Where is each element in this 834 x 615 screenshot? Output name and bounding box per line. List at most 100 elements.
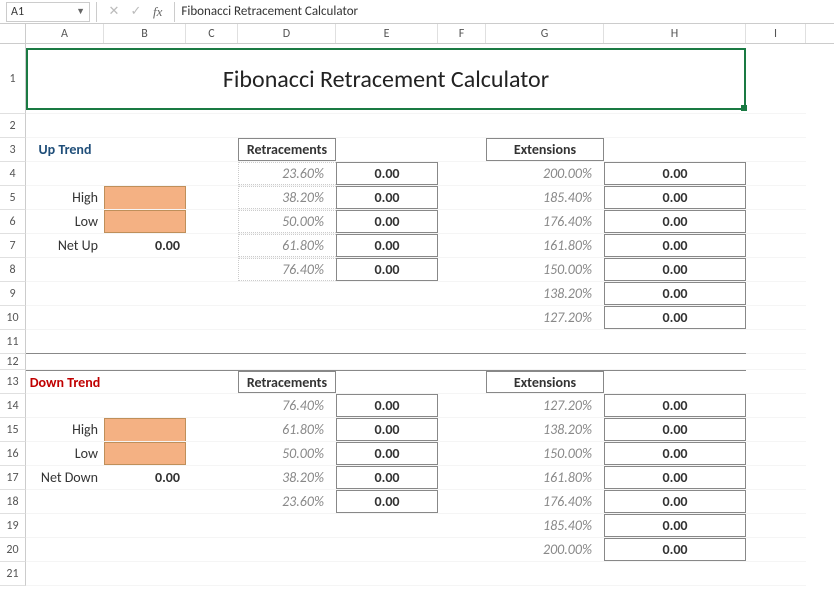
retr-val[interactable]: 0.00 (336, 234, 438, 257)
net-up-value[interactable]: 0.00 (104, 237, 186, 254)
row-header[interactable]: 3 (0, 138, 26, 162)
fx-icon[interactable]: fx (153, 4, 162, 20)
retr-pct[interactable]: 38.20% (238, 466, 336, 489)
retr-pct[interactable]: 76.40% (238, 394, 336, 417)
low-label: Low (26, 445, 104, 462)
row-header[interactable]: 15 (0, 418, 26, 442)
row-header[interactable]: 5 (0, 186, 26, 210)
retr-pct[interactable]: 23.60% (238, 490, 336, 513)
row-header[interactable]: 14 (0, 394, 26, 418)
col-header[interactable]: D (238, 24, 336, 43)
retr-pct[interactable]: 38.20% (238, 186, 336, 209)
retr-val[interactable]: 0.00 (336, 442, 438, 465)
high-label: High (26, 421, 104, 438)
row-header[interactable]: 19 (0, 514, 26, 538)
row-header[interactable]: 17 (0, 466, 26, 490)
ext-val[interactable]: 0.00 (604, 394, 746, 417)
col-header[interactable]: F (438, 24, 486, 43)
col-header[interactable]: H (604, 24, 746, 43)
retr-val[interactable]: 0.00 (336, 466, 438, 489)
name-box-value: A1 (11, 5, 24, 19)
spreadsheet-grid[interactable]: 1 Fibonacci Retracement Calculator 2 3 U… (0, 44, 834, 586)
ext-val[interactable]: 0.00 (604, 442, 746, 465)
retr-pct[interactable]: 23.60% (238, 162, 336, 185)
retr-pct[interactable]: 61.80% (238, 418, 336, 441)
retr-val[interactable]: 0.00 (336, 258, 438, 281)
ext-pct[interactable]: 200.00% (486, 538, 604, 561)
up-high-input[interactable] (104, 186, 186, 209)
col-header[interactable]: G (486, 24, 604, 43)
ext-pct[interactable]: 127.20% (486, 394, 604, 417)
low-label: Low (26, 213, 104, 230)
ext-pct[interactable]: 127.20% (486, 306, 604, 329)
col-header[interactable]: B (104, 24, 186, 43)
ext-pct[interactable]: 161.80% (486, 466, 604, 489)
ext-pct[interactable]: 138.20% (486, 418, 604, 441)
retr-val[interactable]: 0.00 (336, 490, 438, 513)
ext-pct[interactable]: 200.00% (486, 162, 604, 185)
down-high-input[interactable] (104, 418, 186, 441)
retr-pct[interactable]: 50.00% (238, 210, 336, 233)
retr-val[interactable]: 0.00 (336, 186, 438, 209)
up-trend-label: Up Trend (26, 141, 104, 158)
row-header[interactable]: 6 (0, 210, 26, 234)
net-down-value[interactable]: 0.00 (104, 469, 186, 486)
ext-pct[interactable]: 185.40% (486, 514, 604, 537)
ext-val[interactable]: 0.00 (604, 418, 746, 441)
retracements-header: Retracements (238, 138, 336, 161)
retr-pct[interactable]: 50.00% (238, 442, 336, 465)
row-header[interactable]: 16 (0, 442, 26, 466)
row-header[interactable]: 11 (0, 330, 26, 354)
col-header[interactable]: C (186, 24, 238, 43)
ext-val[interactable]: 0.00 (604, 162, 746, 185)
retr-val[interactable]: 0.00 (336, 162, 438, 185)
row-header[interactable]: 20 (0, 538, 26, 562)
title-cell[interactable]: Fibonacci Retracement Calculator (26, 44, 104, 114)
ext-val[interactable]: 0.00 (604, 514, 746, 537)
retr-val[interactable]: 0.00 (336, 210, 438, 233)
ext-pct[interactable]: 176.40% (486, 210, 604, 233)
up-low-input[interactable] (104, 210, 186, 233)
ext-val[interactable]: 0.00 (604, 490, 746, 513)
ext-pct[interactable]: 150.00% (486, 442, 604, 465)
ext-pct[interactable]: 185.40% (486, 186, 604, 209)
col-header[interactable]: E (336, 24, 438, 43)
row-header[interactable]: 4 (0, 162, 26, 186)
row-header[interactable]: 18 (0, 490, 26, 514)
chevron-down-icon[interactable]: ▼ (76, 6, 85, 17)
cancel-icon: ✕ (103, 4, 125, 19)
ext-val[interactable]: 0.00 (604, 210, 746, 233)
row-header[interactable]: 12 (0, 354, 26, 370)
select-all-corner[interactable] (0, 24, 26, 43)
retr-val[interactable]: 0.00 (336, 394, 438, 417)
ext-val[interactable]: 0.00 (604, 282, 746, 305)
row-header[interactable]: 10 (0, 306, 26, 330)
retr-pct[interactable]: 76.40% (238, 258, 336, 281)
row-header[interactable]: 21 (0, 562, 26, 586)
ext-pct[interactable]: 176.40% (486, 490, 604, 513)
row-header[interactable]: 9 (0, 282, 26, 306)
down-low-input[interactable] (104, 442, 186, 465)
ext-pct[interactable]: 161.80% (486, 234, 604, 257)
selection-handle-icon[interactable] (741, 105, 747, 111)
ext-val[interactable]: 0.00 (604, 466, 746, 489)
ext-val[interactable]: 0.00 (604, 234, 746, 257)
row-header[interactable]: 2 (0, 114, 26, 138)
row-header[interactable]: 7 (0, 234, 26, 258)
ext-val[interactable]: 0.00 (604, 186, 746, 209)
row-header[interactable]: 1 (0, 44, 26, 114)
high-label: High (26, 189, 104, 206)
col-header[interactable]: I (746, 24, 806, 43)
row-header[interactable]: 8 (0, 258, 26, 282)
ext-val[interactable]: 0.00 (604, 538, 746, 561)
ext-pct[interactable]: 138.20% (486, 282, 604, 305)
ext-val[interactable]: 0.00 (604, 258, 746, 281)
retr-pct[interactable]: 61.80% (238, 234, 336, 257)
col-header[interactable]: A (26, 24, 104, 43)
retr-val[interactable]: 0.00 (336, 418, 438, 441)
ext-pct[interactable]: 150.00% (486, 258, 604, 281)
name-box[interactable]: A1 ▼ (6, 2, 90, 22)
row-header[interactable]: 13 (0, 370, 26, 394)
ext-val[interactable]: 0.00 (604, 306, 746, 329)
formula-content[interactable]: Fibonacci Retracement Calculator (181, 4, 358, 19)
